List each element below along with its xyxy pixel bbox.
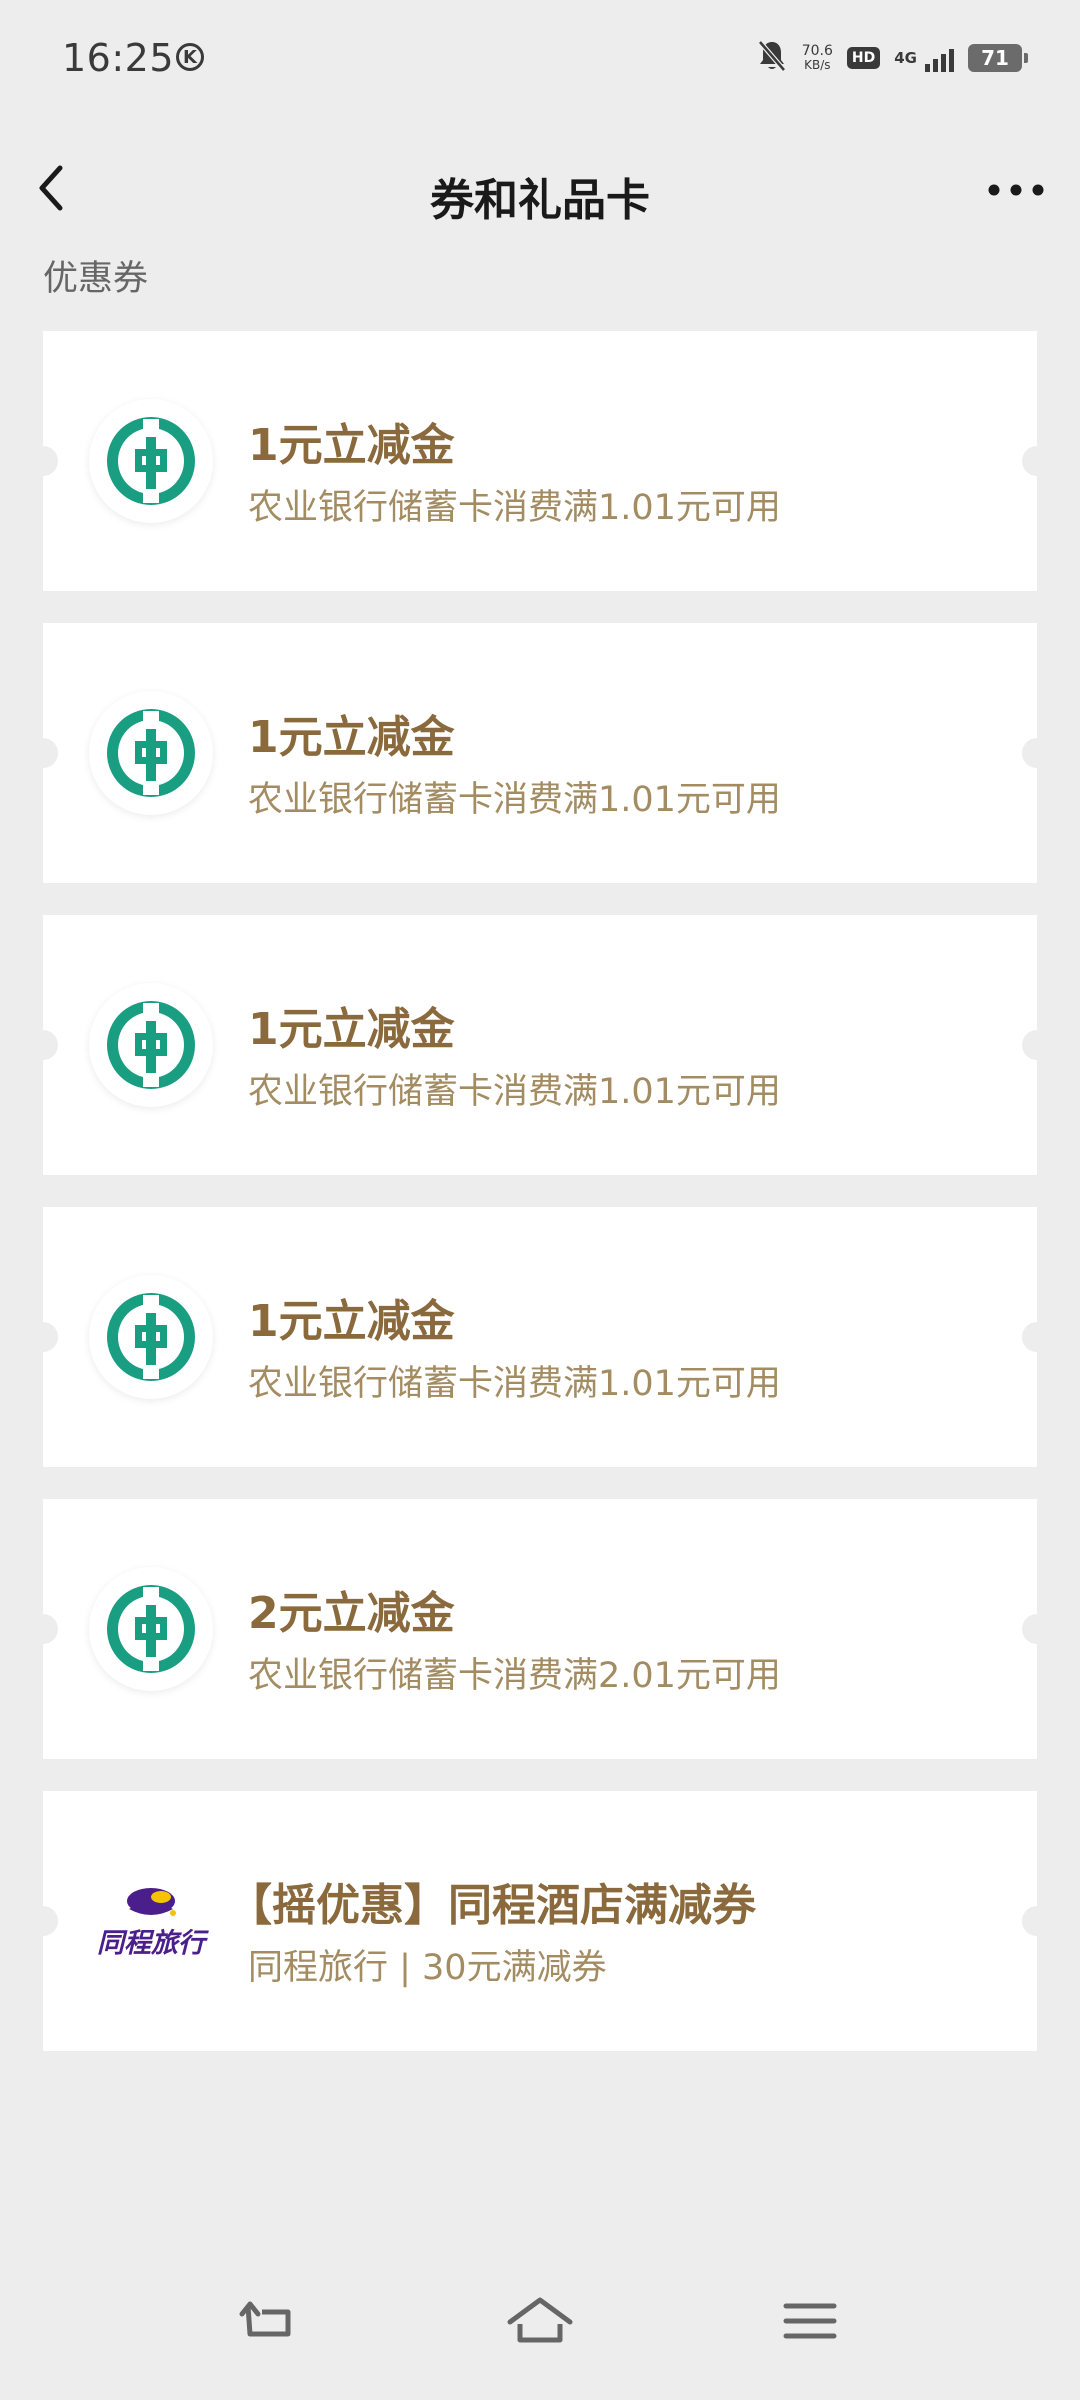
coupon-title: 1元立减金 <box>248 1004 455 1055</box>
status-time: 16:25 <box>62 36 175 80</box>
status-icons: 70.6 KB/s HD 4G 71 <box>756 38 1028 78</box>
status-bar: 16:25 K 70.6 KB/s HD 4G 71 <box>0 0 1080 118</box>
hd-badge: HD <box>846 47 881 69</box>
mute-bell-icon <box>756 39 788 77</box>
coupon-desc: 农业银行储蓄卡消费满1.01元可用 <box>248 780 781 820</box>
signal-icon <box>925 44 954 72</box>
coupon-title: 1元立减金 <box>248 1296 455 1347</box>
coupon-desc: 同程旅行 | 30元满减券 <box>248 1948 607 1988</box>
battery-level: 71 <box>981 46 1009 70</box>
k-badge-icon: K <box>176 43 204 71</box>
battery-icon: 71 <box>968 44 1028 72</box>
coupon-title: 2元立减金 <box>248 1588 455 1639</box>
return-icon <box>239 2301 291 2337</box>
coupon-desc: 农业银行储蓄卡消费满2.01元可用 <box>248 1656 781 1696</box>
menu-lines-icon <box>783 2303 837 2339</box>
abc-bank-logo-icon <box>89 399 213 523</box>
abc-bank-logo-icon <box>89 691 213 815</box>
coupon-desc: 农业银行储蓄卡消费满1.01元可用 <box>248 1072 781 1112</box>
coupon-card[interactable]: 1元立减金 农业银行储蓄卡消费满1.01元可用 <box>28 1207 1052 1467</box>
section-label: 优惠券 <box>43 259 149 299</box>
tongcheng-logo-text: 同程旅行 <box>97 1927 205 1959</box>
coupon-card[interactable]: 2元立减金 农业银行储蓄卡消费满2.01元可用 <box>28 1499 1052 1759</box>
coupon-desc: 农业银行储蓄卡消费满1.01元可用 <box>248 488 781 528</box>
coupon-title: 【摇优惠】同程酒店满减券 <box>228 1880 756 1931</box>
system-nav-bar <box>0 2290 1080 2380</box>
system-back-button[interactable] <box>232 2290 312 2370</box>
net-speed-value: 70.6 <box>801 43 833 59</box>
nav-bar: 券和礼品卡 <box>0 118 1080 264</box>
coupon-card[interactable]: 1元立减金 农业银行储蓄卡消费满1.01元可用 <box>28 331 1052 591</box>
network-type: 4G <box>894 49 917 67</box>
more-dots-icon <box>988 184 1044 196</box>
coupon-card[interactable]: 1元立减金 农业银行储蓄卡消费满1.01元可用 <box>28 915 1052 1175</box>
system-menu-button[interactable] <box>770 2290 850 2370</box>
more-button[interactable] <box>978 152 1054 228</box>
net-speed-unit: KB/s <box>804 58 831 72</box>
coupon-card[interactable]: 同程旅行 【摇优惠】同程酒店满减券 同程旅行 | 30元满减券 <box>28 1791 1052 2051</box>
coupon-desc: 农业银行储蓄卡消费满1.01元可用 <box>248 1364 781 1404</box>
tongcheng-logo-icon: 同程旅行 <box>83 1859 219 1983</box>
coupon-card[interactable]: 1元立减金 农业银行储蓄卡消费满1.01元可用 <box>28 623 1052 883</box>
coupon-title: 1元立减金 <box>248 712 455 763</box>
abc-bank-logo-icon <box>89 1567 213 1691</box>
coupon-title: 1元立减金 <box>248 420 455 471</box>
page-title: 券和礼品卡 <box>430 175 650 226</box>
abc-bank-logo-icon <box>89 1275 213 1399</box>
abc-bank-logo-icon <box>89 983 213 1107</box>
net-speed: 70.6 KB/s <box>802 44 833 72</box>
home-icon <box>507 2297 573 2343</box>
system-home-button[interactable] <box>500 2290 580 2370</box>
